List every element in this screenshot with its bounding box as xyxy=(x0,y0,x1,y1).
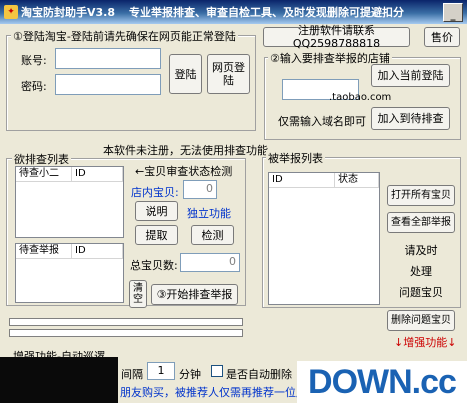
detect-button[interactable]: 检测 xyxy=(191,225,234,245)
account-input[interactable] xyxy=(55,48,161,69)
notice-line: 处理 xyxy=(410,265,432,278)
in-store-label: 店内宝贝: xyxy=(131,186,179,199)
notice-line: 问题宝贝 xyxy=(399,286,443,299)
in-store-count: 0 xyxy=(183,180,217,199)
window-title: 淘宝防封助手V3.8 xyxy=(21,6,115,19)
delete-problem-items-button[interactable]: 删除问题宝贝 xyxy=(387,310,455,331)
independent-function-label: 独立功能 xyxy=(187,207,231,220)
check-list-legend: 欲排查列表 xyxy=(12,151,71,167)
password-input[interactable] xyxy=(55,74,161,95)
column-header: ID xyxy=(72,244,123,258)
start-check-button[interactable]: ③开始排查举报 xyxy=(151,284,238,305)
minimize-button[interactable]: _ xyxy=(443,3,463,22)
pending-staff-list[interactable]: 待查小二 ID xyxy=(15,166,124,238)
pending-staff-header: 待查小二 ID xyxy=(16,167,123,182)
extract-button[interactable]: 提取 xyxy=(135,225,178,245)
total-items-label: 总宝贝数: xyxy=(130,259,178,272)
interval-prefix: 间隔 xyxy=(121,368,143,381)
column-header: ID xyxy=(269,173,335,187)
column-header: 状态 xyxy=(335,173,379,187)
column-header: 待查小二 xyxy=(16,167,72,181)
reported-list-header: ID 状态 xyxy=(269,173,379,188)
register-contact-button[interactable]: 注册软件请联系QQ2598788818 xyxy=(263,24,410,50)
web-login-button[interactable]: 网页登陆 xyxy=(207,54,250,94)
password-label: 密码: xyxy=(21,80,47,93)
reported-items-list[interactable]: ID 状态 xyxy=(268,172,380,305)
progress-bar-1 xyxy=(9,318,243,326)
audit-status-title: ←宝贝审查状态检测 xyxy=(135,165,233,178)
title-bar: ✦ 淘宝防封助手V3.8 专业举报排查、审查自检工具、及时发现删除可提避扣分 _ xyxy=(0,0,467,24)
progress-bar-2 xyxy=(9,329,243,337)
recommend-text: 朋友购买，被推荐人仅需再推荐一位朋 xyxy=(120,386,307,399)
app-icon: ✦ xyxy=(4,5,18,19)
login-legend: ①登陆淘宝-登陆前请先确保在网页能正常登陆 xyxy=(11,28,238,44)
account-label: 账号: xyxy=(21,54,47,67)
clear-button[interactable]: 清空 xyxy=(129,280,147,308)
window-tagline: 专业举报排查、审查自检工具、及时发现删除可提避扣分 xyxy=(129,6,404,19)
price-button[interactable]: 售价 xyxy=(424,27,460,47)
view-all-reports-button[interactable]: 查看全部举报 xyxy=(387,212,455,233)
interval-unit: 分钟 xyxy=(179,368,201,381)
add-to-check-button[interactable]: 加入到待排查 xyxy=(371,107,450,130)
explain-button[interactable]: 说明 xyxy=(135,201,178,221)
auto-delete-checkbox[interactable] xyxy=(211,365,223,377)
pending-report-list[interactable]: 待查举报 ID xyxy=(15,243,124,303)
notice-line: 请及时 xyxy=(404,244,438,257)
domain-suffix: .taobao.com xyxy=(329,92,392,103)
unregistered-notice: 本软件未注册，无法使用排查功能 xyxy=(103,144,268,157)
column-header: ID xyxy=(72,167,123,181)
enhanced-features-label: ↓增强功能↓ xyxy=(394,336,457,349)
auto-delete-label: 是否自动删除 xyxy=(226,368,292,381)
pending-report-header: 待查举报 ID xyxy=(16,244,123,259)
interval-input[interactable]: 1 xyxy=(147,362,175,380)
add-current-login-button[interactable]: 加入当前登陆 xyxy=(371,64,450,87)
black-overlay xyxy=(0,357,118,403)
login-button[interactable]: 登陆 xyxy=(169,54,202,94)
reported-list-legend: 被举报列表 xyxy=(266,150,325,166)
watermark-logo: DOWN.cc xyxy=(297,361,467,403)
domain-hint: 仅需输入域名即可 xyxy=(278,115,366,128)
total-items-count: 0 xyxy=(180,253,240,272)
column-header: 待查举报 xyxy=(16,244,72,258)
open-all-items-button[interactable]: 打开所有宝贝 xyxy=(387,185,455,206)
